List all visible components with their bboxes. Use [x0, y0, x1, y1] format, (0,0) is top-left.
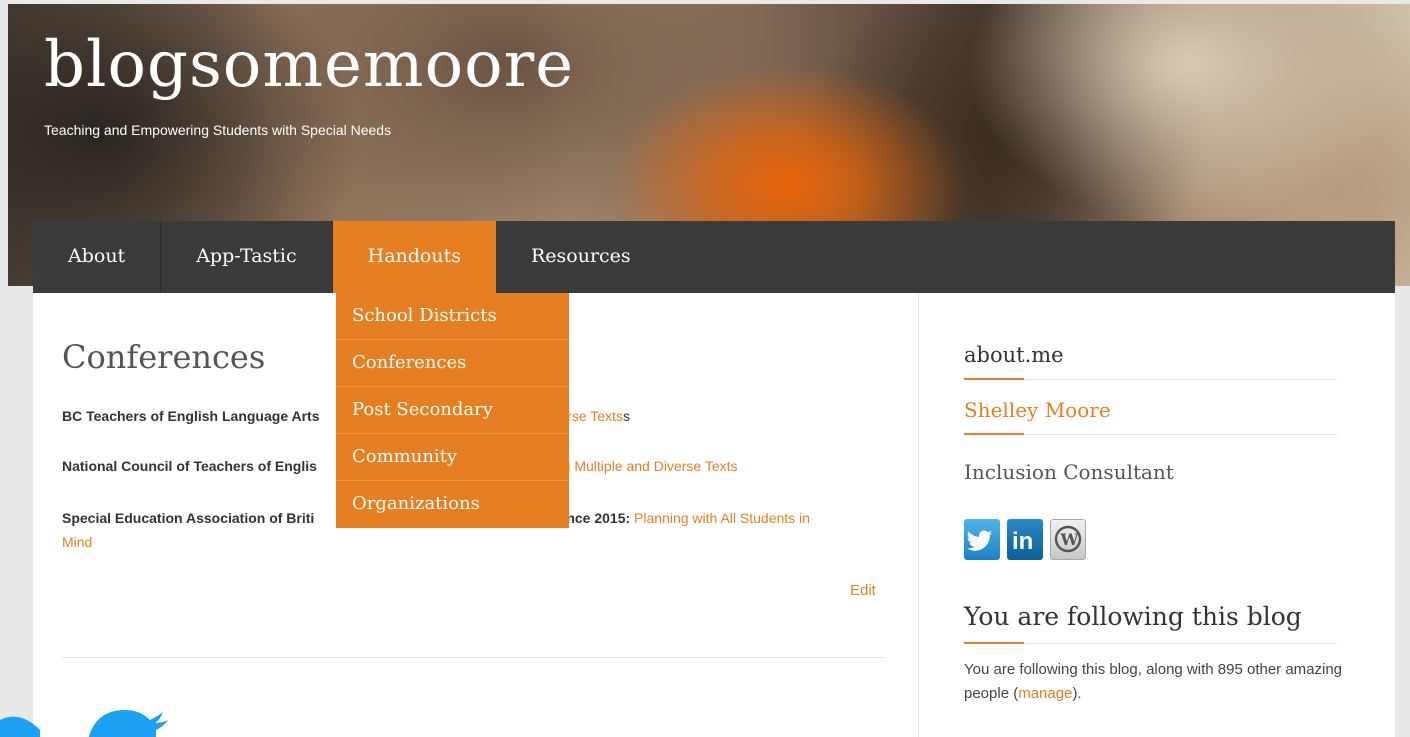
- svg-text:W: W: [1060, 530, 1080, 549]
- linkedin-icon[interactable]: in: [1007, 519, 1043, 560]
- wordpress-icon[interactable]: W: [1050, 519, 1086, 560]
- twitter-icon[interactable]: [964, 519, 1000, 560]
- entry-organization: National Council of Teachers of Englis: [62, 458, 317, 474]
- nav-item-resources[interactable]: Resources: [496, 221, 666, 293]
- site-title[interactable]: blogsomemoore: [44, 28, 574, 102]
- manage-link[interactable]: manage: [1018, 685, 1072, 702]
- divider: [62, 657, 884, 658]
- follow-text: You are following this blog, along with …: [964, 658, 1344, 706]
- handouts-dropdown: School Districts Conferences Post Second…: [336, 293, 569, 528]
- dropdown-item-organizations[interactable]: Organizations: [336, 481, 569, 528]
- nav-item-app-tastic[interactable]: App-Tastic: [161, 221, 333, 293]
- divider: [964, 433, 1024, 435]
- dropdown-item-post-secondary[interactable]: Post Secondary: [336, 387, 569, 434]
- dropdown-item-school-districts[interactable]: School Districts: [336, 293, 569, 340]
- widget-title-about: about.me: [964, 343, 1064, 367]
- divider: [964, 378, 1024, 380]
- follow-text-after: ).: [1072, 685, 1082, 702]
- entry-link[interactable]: Planning with All Students in: [634, 510, 810, 526]
- site-tagline: Teaching and Empowering Students with Sp…: [44, 122, 392, 138]
- edit-link[interactable]: Edit: [850, 582, 876, 599]
- divider: [964, 642, 1024, 644]
- dropdown-item-conferences[interactable]: Conferences: [336, 340, 569, 387]
- entry-organization: BC Teachers of English Language Arts: [62, 408, 320, 424]
- nav-item-handouts[interactable]: Handouts: [332, 221, 496, 293]
- entry-organization: Special Education Association of Briti: [62, 510, 315, 526]
- about-name-link[interactable]: Shelley Moore: [964, 398, 1111, 422]
- entry-link[interactable]: Mind: [62, 534, 92, 550]
- twitter-bird-icon: [0, 690, 170, 737]
- page-title: Conferences: [62, 338, 266, 376]
- widget-title-following: You are following this blog: [964, 602, 1302, 631]
- conference-entry-continued: Mind: [62, 530, 92, 554]
- nav-item-about[interactable]: About: [33, 221, 162, 293]
- dropdown-item-community[interactable]: Community: [336, 434, 569, 481]
- main-nav: About App-Tastic Handouts Resources: [33, 221, 1395, 293]
- about-role: Inclusion Consultant: [964, 460, 1174, 484]
- entry-suffix: s: [622, 408, 630, 424]
- svg-text:in: in: [1012, 528, 1033, 555]
- sidebar-divider: [918, 293, 919, 737]
